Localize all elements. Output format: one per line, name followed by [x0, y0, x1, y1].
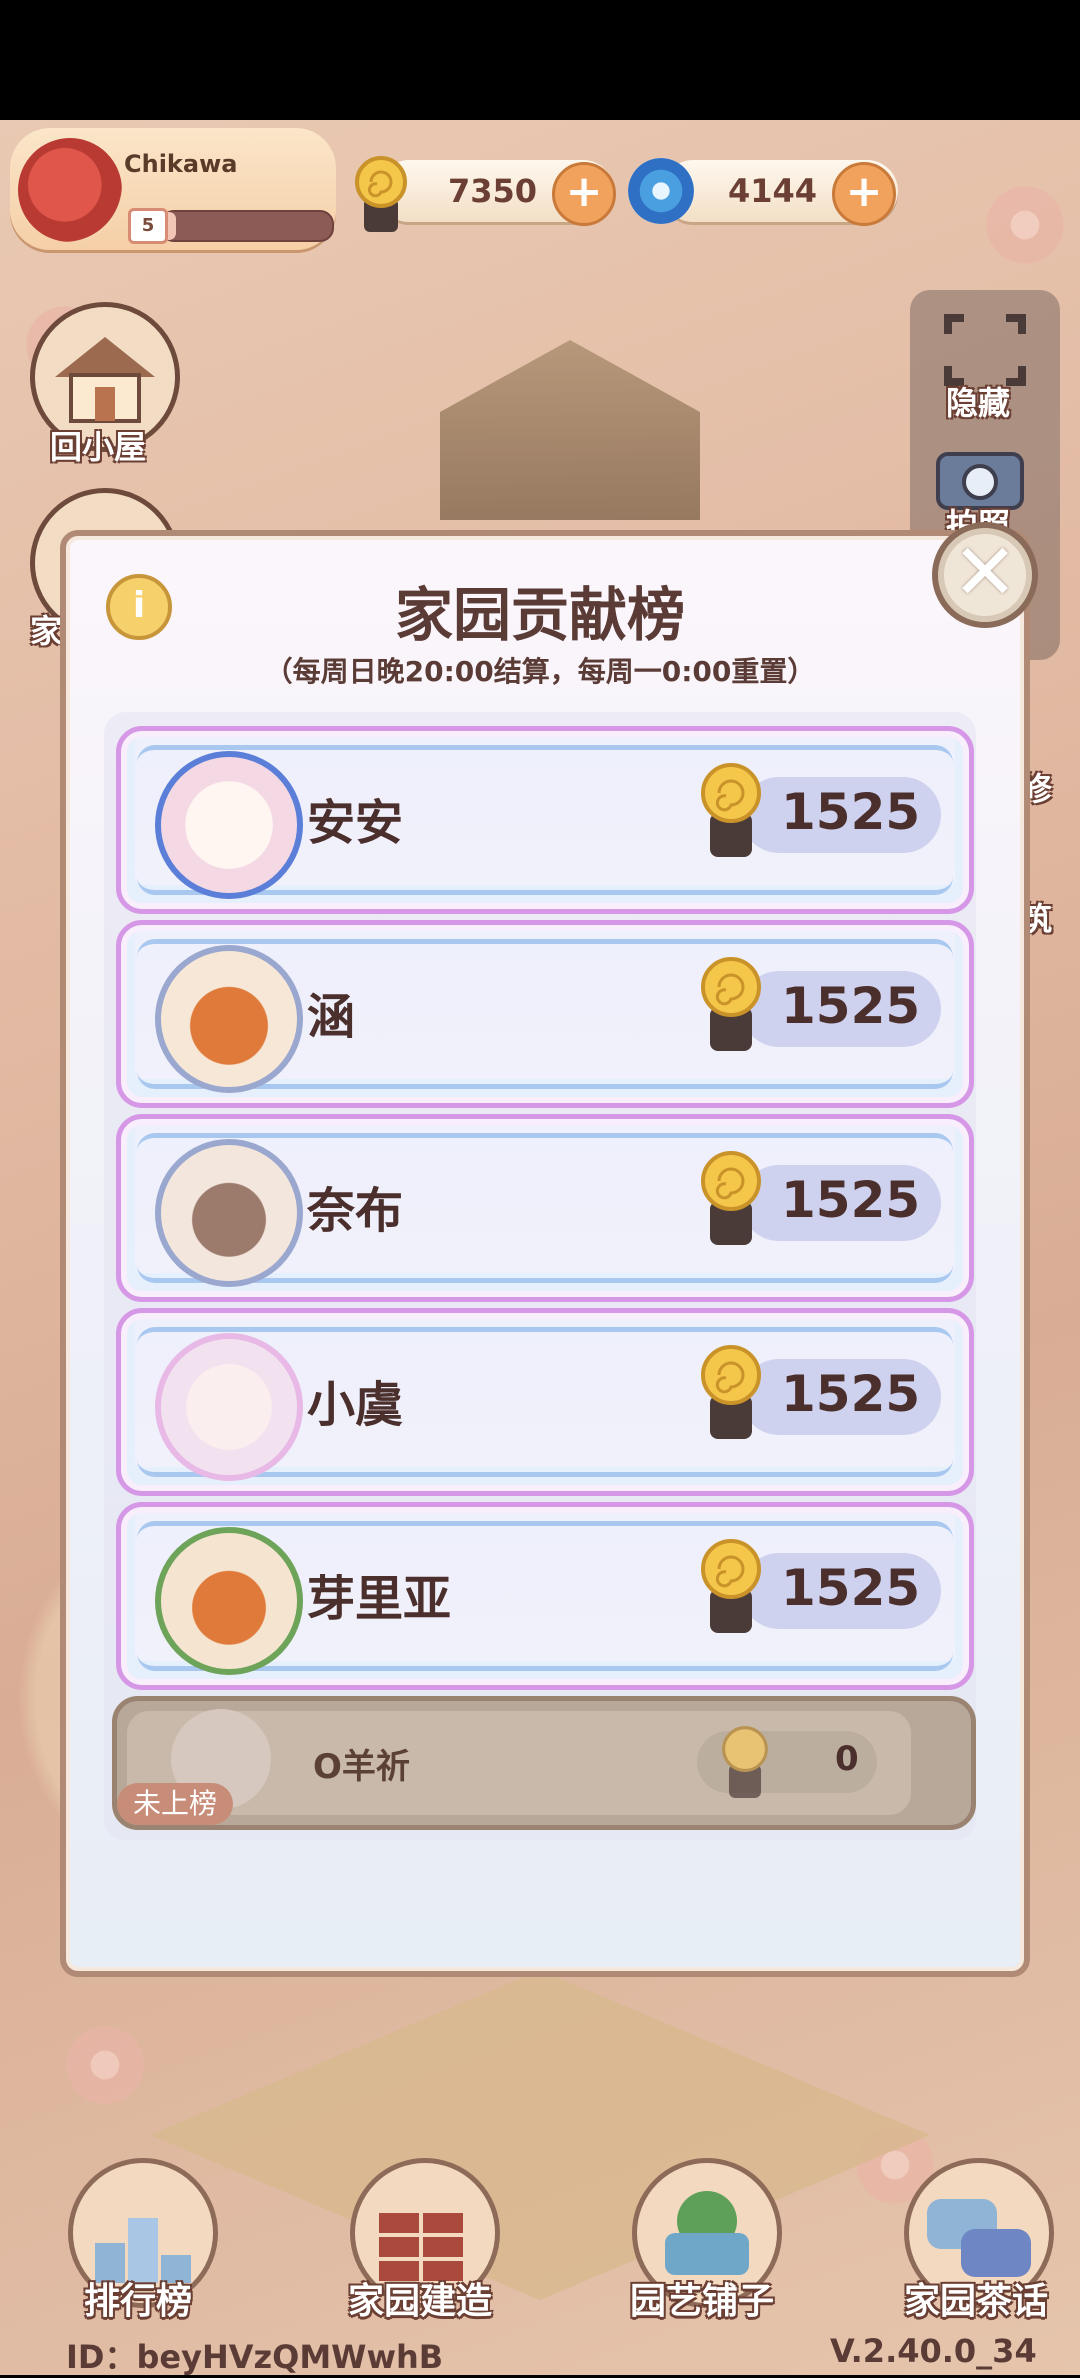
avatar [155, 945, 303, 1093]
level-badge: 5 [128, 208, 168, 244]
player-name: Chikawa [124, 150, 238, 178]
player-id: ID：beyHVzQMWwhB [66, 2338, 444, 2376]
home-build-label[interactable]: 家园建造 [300, 2272, 540, 2324]
snail-coin-icon [701, 1345, 761, 1439]
app-version: V.2.40.0_34 [830, 2332, 1037, 2370]
ranking-row[interactable]: 小虞 1525 [116, 1308, 974, 1496]
avatar [155, 751, 303, 899]
dialog-subtitle: （每周日晚20:00结算，每周一0:00重置） [264, 655, 816, 688]
return-cabin-label: 回小屋 [50, 428, 147, 466]
player-name: 安安 [307, 795, 404, 851]
snail-coin-icon [355, 156, 407, 232]
snail-coin-icon [701, 1539, 761, 1633]
snail-coin-icon [722, 1726, 768, 1798]
avatar [155, 1527, 303, 1675]
score-value: 1525 [781, 783, 921, 841]
ranking-row[interactable]: 安安 1525 [116, 726, 974, 914]
avatar [155, 1139, 303, 1287]
status-bar [0, 0, 1080, 120]
player-name: 涵 [307, 989, 356, 1045]
unranked-badge: 未上榜 [117, 1783, 233, 1825]
my-name: O羊祈 [313, 1747, 410, 1787]
leaderboard-label[interactable]: 排行榜 [18, 2272, 258, 2324]
garden-shop-label[interactable]: 园艺铺子 [582, 2272, 822, 2324]
xp-bar [160, 210, 334, 242]
my-score: 0 [835, 1739, 859, 1779]
dialog-title: 家园贡献榜 [394, 581, 685, 649]
ranking-row[interactable]: 芽里亚 1525 [116, 1502, 974, 1690]
score-value: 1525 [781, 1559, 921, 1617]
spiral-gem-value: 4144 [728, 172, 818, 210]
ranking-row[interactable]: 涵 1525 [116, 920, 974, 1108]
score-value: 1525 [781, 977, 921, 1035]
my-ranking-row[interactable]: O羊祈 0 未上榜 [112, 1696, 976, 1830]
snail-coin-icon [701, 957, 761, 1051]
snail-coin-value: 7350 [448, 172, 538, 210]
player-name: 芽里亚 [307, 1571, 452, 1627]
snail-coin-icon [701, 1151, 761, 1245]
add-spiral-gem-button[interactable]: + [832, 162, 896, 226]
player-name: 小虞 [307, 1377, 404, 1433]
spiral-gem-icon [628, 158, 694, 224]
add-snail-coin-button[interactable]: + [552, 162, 616, 226]
player-avatar[interactable] [18, 138, 122, 242]
snail-coin-icon [701, 763, 761, 857]
player-name: 奈布 [307, 1183, 404, 1239]
ranking-row[interactable]: 奈布 1525 [116, 1114, 974, 1302]
avatar [155, 1333, 303, 1481]
home-chat-label[interactable]: 家园茶话 [856, 2272, 1080, 2324]
hide-label[interactable]: 隐藏 [946, 378, 1010, 424]
score-value: 1525 [781, 1171, 921, 1229]
score-value: 1525 [781, 1365, 921, 1423]
